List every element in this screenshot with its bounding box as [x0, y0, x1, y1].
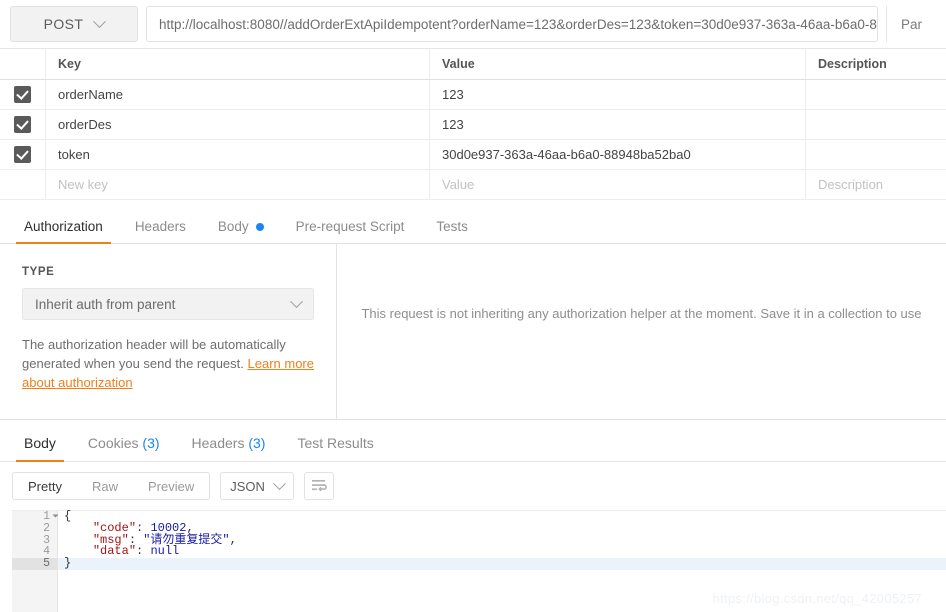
watermark: https://blog.csdn.net/qq_42005257 — [712, 591, 922, 606]
response-tab-body-label: Body — [24, 435, 56, 451]
checkbox-checked-icon[interactable] — [14, 86, 31, 103]
response-tab-test-results[interactable]: Test Results — [281, 435, 389, 461]
new-key-placeholder: New key — [58, 177, 108, 192]
format-select-value: JSON — [230, 478, 265, 494]
tab-pre-request-script[interactable]: Pre-request Script — [280, 219, 421, 243]
params-table: Key Value Description orderName 123 orde… — [0, 49, 946, 200]
line-number[interactable]: 1 — [12, 511, 59, 523]
tab-tests[interactable]: Tests — [420, 219, 484, 243]
table-row[interactable]: token 30d0e937-363a-46aa-b6a0-88948ba52b… — [0, 140, 946, 170]
select-all-cell — [0, 49, 46, 79]
column-header-value: Value — [430, 49, 806, 79]
url-bar: POST http://localhost:8080//addOrderExtA… — [0, 0, 946, 49]
tab-pre-request-script-label: Pre-request Script — [295, 219, 405, 234]
tab-authorization[interactable]: Authorization — [8, 219, 119, 244]
row-checkbox-cell[interactable] — [0, 110, 46, 139]
checkbox-checked-icon[interactable] — [14, 116, 31, 133]
authorization-message-pane: This request is not inheriting any autho… — [337, 244, 946, 419]
word-wrap-icon — [312, 480, 328, 492]
tab-body[interactable]: Body — [202, 219, 280, 243]
view-mode-preview[interactable]: Preview — [133, 473, 209, 499]
response-tab-body[interactable]: Body — [8, 435, 72, 462]
view-mode-pretty[interactable]: Pretty — [13, 473, 77, 499]
http-method-label: POST — [43, 16, 84, 32]
url-input[interactable]: http://localhost:8080//addOrderExtApiIde… — [146, 6, 878, 42]
new-value-input[interactable]: Value — [430, 170, 806, 199]
line-number-gutter: 1 2 3 4 5 — [12, 511, 59, 612]
authorization-message: This request is not inheriting any autho… — [361, 306, 922, 321]
new-row-checkbox-cell — [0, 170, 46, 199]
format-select[interactable]: JSON — [220, 472, 295, 500]
params-table-header: Key Value Description — [0, 49, 946, 80]
chevron-down-icon — [273, 476, 287, 490]
response-tab-headers[interactable]: Headers (3) — [176, 435, 282, 461]
row-value[interactable]: 30d0e937-363a-46aa-b6a0-88948ba52ba0 — [430, 140, 806, 169]
response-tabs: Body Cookies (3) Headers (3) Test Result… — [0, 420, 946, 462]
response-body-toolbar: Pretty Raw Preview JSON — [0, 462, 946, 510]
authorization-settings: TYPE Inherit auth from parent The author… — [0, 244, 337, 419]
params-button-label: Par — [901, 16, 923, 32]
params-button[interactable]: Par — [886, 6, 946, 42]
cookies-count: (3) — [142, 435, 160, 451]
row-key[interactable]: token — [46, 140, 430, 169]
response-tab-headers-label: Headers — [191, 435, 245, 451]
column-header-key: Key — [46, 49, 430, 79]
tab-headers[interactable]: Headers — [119, 219, 202, 243]
code-line: "msg": "请勿重复提交", — [92, 532, 237, 547]
new-param-row[interactable]: New key Value Description — [0, 170, 946, 200]
http-method-selector[interactable]: POST — [10, 6, 138, 42]
new-description-placeholder: Description — [818, 177, 884, 192]
new-description-input[interactable]: Description — [806, 170, 946, 199]
response-tab-cookies[interactable]: Cookies (3) — [72, 435, 176, 461]
auth-type-select[interactable]: Inherit auth from parent — [22, 288, 314, 320]
auth-type-value: Inherit auth from parent — [35, 296, 176, 312]
line-number[interactable]: 4 — [12, 546, 57, 558]
row-checkbox-cell[interactable] — [0, 80, 46, 109]
tab-headers-label: Headers — [134, 219, 186, 234]
body-modified-dot-icon — [255, 222, 264, 231]
line-number[interactable]: 5 — [12, 558, 57, 570]
new-value-placeholder: Value — [442, 177, 475, 192]
line-number[interactable]: 2 — [12, 522, 57, 535]
row-value[interactable]: 123 — [430, 80, 806, 109]
chevron-down-icon — [290, 294, 303, 308]
authorization-pane: TYPE Inherit auth from parent The author… — [0, 244, 946, 420]
column-header-description: Description — [818, 57, 887, 71]
tab-authorization-label: Authorization — [24, 219, 103, 234]
code-line: } — [58, 557, 946, 570]
table-row[interactable]: orderDes 123 — [0, 110, 946, 140]
tab-tests-label: Tests — [436, 219, 468, 234]
tab-body-label: Body — [217, 219, 249, 234]
word-wrap-button[interactable] — [304, 472, 335, 500]
row-checkbox-cell[interactable] — [0, 140, 46, 169]
line-number[interactable]: 3 — [12, 534, 57, 547]
response-tab-test-results-label: Test Results — [297, 435, 374, 451]
new-key-input[interactable]: New key — [46, 170, 430, 199]
table-row[interactable]: orderName 123 — [0, 80, 946, 110]
row-key[interactable]: orderDes — [46, 110, 430, 139]
code-line: "data": null — [92, 544, 180, 559]
response-tab-cookies-label: Cookies — [87, 435, 139, 451]
auth-note: The authorization header will be automat… — [22, 336, 314, 393]
url-text: http://localhost:8080//addOrderExtApiIde… — [159, 16, 877, 32]
row-description[interactable] — [806, 80, 946, 109]
row-value[interactable]: 123 — [430, 110, 806, 139]
postman-window: POST http://localhost:8080//addOrderExtA… — [0, 0, 946, 612]
row-description[interactable] — [806, 140, 946, 169]
checkbox-checked-icon[interactable] — [14, 146, 31, 163]
headers-count: (3) — [248, 435, 266, 451]
request-tabs: Authorization Headers Body Pre-request S… — [0, 210, 946, 244]
fold-arrow-icon[interactable] — [52, 514, 59, 518]
auth-type-label: TYPE — [22, 266, 55, 278]
row-key[interactable]: orderName — [46, 80, 430, 109]
chevron-down-icon — [93, 14, 107, 28]
view-mode-group: Pretty Raw Preview — [12, 472, 211, 500]
auth-note-text: The authorization header will be automat… — [22, 337, 286, 371]
view-mode-raw[interactable]: Raw — [77, 473, 133, 499]
row-description[interactable] — [806, 110, 946, 139]
